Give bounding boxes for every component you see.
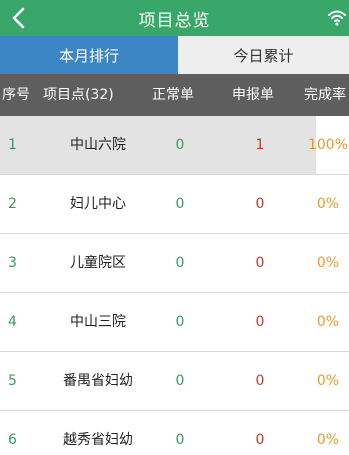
tab-today-total[interactable]: 今日累计 xyxy=(178,36,349,74)
completion-rate: 0% xyxy=(316,432,340,448)
chevron-left-icon xyxy=(12,7,25,29)
table-header: 序号 项目点(32) 正常单 申报单 完成率 xyxy=(0,74,349,116)
normal-count: 0 xyxy=(175,137,185,153)
column-header-normal: 正常单 xyxy=(152,87,194,103)
column-header-report: 申报单 xyxy=(232,87,274,103)
normal-count: 0 xyxy=(175,432,185,448)
row-index: 3 xyxy=(8,255,17,271)
row-index: 4 xyxy=(8,314,17,330)
row-index: 2 xyxy=(8,196,17,212)
normal-count: 0 xyxy=(175,373,185,389)
row-index: 1 xyxy=(8,137,17,153)
report-count: 0 xyxy=(255,255,265,271)
page-title: 项目总览 xyxy=(138,10,211,31)
column-header-index: 序号 xyxy=(2,87,30,103)
report-count: 0 xyxy=(255,432,265,448)
back-button[interactable] xyxy=(6,4,34,32)
project-name: 越秀省妇幼 xyxy=(63,432,133,448)
completion-rate: 0% xyxy=(316,314,340,330)
column-header-rate: 完成率 xyxy=(304,87,346,103)
project-name: 中山六院 xyxy=(70,137,126,153)
project-name: 儿童院区 xyxy=(70,255,126,271)
report-count: 0 xyxy=(255,373,265,389)
row-index: 6 xyxy=(8,432,17,448)
project-name: 番禺省妇幼 xyxy=(63,373,133,389)
wifi-icon xyxy=(327,8,347,26)
column-header-project: 项目点(32) xyxy=(43,87,114,103)
tab-bar: 本月排行 今日累计 xyxy=(0,36,349,74)
normal-count: 0 xyxy=(175,196,185,212)
report-count: 0 xyxy=(255,196,265,212)
table-row[interactable]: 5 番禺省妇幼 0 0 0% xyxy=(0,352,349,411)
completion-rate: 0% xyxy=(316,255,340,271)
table-row[interactable]: 6 越秀省妇幼 0 0 0% xyxy=(0,411,349,455)
row-index: 5 xyxy=(8,373,17,389)
completion-rate: 0% xyxy=(316,373,340,389)
project-name: 妇儿中心 xyxy=(70,196,126,212)
normal-count: 0 xyxy=(175,255,185,271)
completion-rate: 0% xyxy=(316,196,340,212)
normal-count: 0 xyxy=(175,314,185,330)
completion-rate: 100% xyxy=(307,137,349,153)
table-row[interactable]: 2 妇儿中心 0 0 0% xyxy=(0,175,349,234)
table-row[interactable]: 4 中山三院 0 0 0% xyxy=(0,293,349,352)
tab-monthly-ranking[interactable]: 本月排行 xyxy=(0,36,178,74)
table-row[interactable]: 3 儿童院区 0 0 0% xyxy=(0,234,349,293)
ranking-table: 1 中山六院 0 1 100% 2 妇儿中心 0 0 0% 3 儿童院区 0 0 0% 4 中山三院 0 0 0% 5 番… xyxy=(0,116,349,455)
report-count: 0 xyxy=(255,314,265,330)
table-row[interactable]: 1 中山六院 0 1 100% xyxy=(0,116,349,175)
title-bar: 项目总览 xyxy=(0,0,349,36)
project-name: 中山三院 xyxy=(70,314,126,330)
report-count: 1 xyxy=(255,137,265,153)
